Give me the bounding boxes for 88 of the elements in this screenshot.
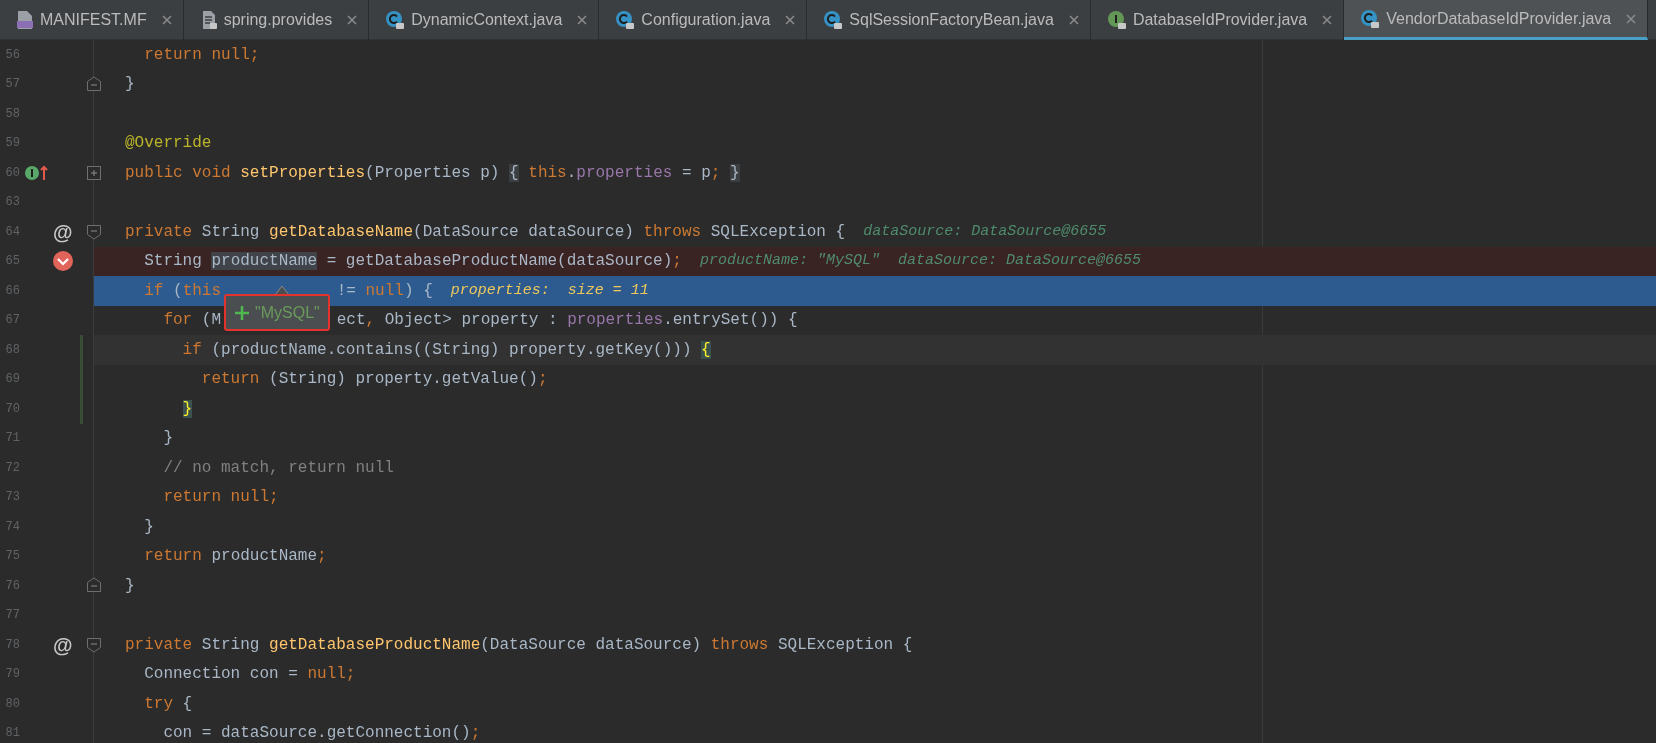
code-line: } (143, 516, 154, 538)
line-number: 68 (4, 341, 20, 359)
tab-label: VendorDatabaseIdProvider.java (1386, 8, 1612, 29)
line-number: 59 (4, 135, 20, 153)
code-line: ect, Object> property : properties.entrySet()) { (336, 310, 798, 332)
code-line: public void setProperties(Properties p) { this.properties = p; } (125, 162, 740, 184)
line-number: 64 (4, 223, 20, 241)
code-line: if (productName.contains((String) property.getKey())) { (181, 339, 711, 361)
line-number: 71 (4, 430, 20, 448)
line-number: 57 (4, 76, 20, 94)
editor-tab[interactable]: Configuration.java (599, 0, 808, 40)
close-icon[interactable] (1625, 12, 1638, 25)
line-number: 76 (4, 577, 20, 595)
code-line: } (162, 428, 173, 450)
code-line: Connection con = null; (143, 664, 356, 686)
fold-icon[interactable] (86, 75, 102, 92)
inline-debug-value: dataSource: DataSource@6655 (863, 221, 1107, 242)
fold-icon[interactable] (86, 224, 102, 240)
fold-icon[interactable] (86, 637, 102, 653)
tab-label: SqlSessionFactoryBean.java (849, 10, 1054, 30)
line-number: 75 (4, 548, 20, 566)
editor-tab[interactable]: MANIFEST.MF (0, 0, 184, 40)
code-line: } (125, 74, 135, 96)
line-number: 73 (4, 489, 20, 507)
interface-lock-icon (1106, 10, 1127, 30)
close-icon[interactable] (784, 14, 797, 26)
plus-icon[interactable] (234, 304, 250, 321)
code-line: @Override (125, 133, 212, 155)
line-number: 65 (4, 253, 20, 271)
tab-label: spring.provides (223, 10, 333, 30)
class-lock-icon (1360, 8, 1381, 29)
line-number: 72 (4, 459, 20, 477)
class-lock-icon (385, 10, 406, 30)
editor-tab[interactable]: SqlSessionFactoryBean.java (807, 0, 1091, 40)
code-line: if (this (143, 280, 222, 302)
line-number: 81 (4, 725, 20, 743)
line-number: 69 (4, 371, 20, 389)
tooltip-value: "MySQL" (255, 302, 320, 323)
line-number: 63 (4, 194, 20, 212)
code-line: // no match, return null (162, 457, 394, 479)
close-icon[interactable] (1067, 14, 1080, 26)
expand-icon[interactable] (86, 165, 102, 181)
code-line: } (125, 575, 135, 597)
manifest-file-icon (16, 10, 34, 30)
close-icon[interactable] (576, 14, 589, 26)
line-number: 77 (4, 607, 20, 625)
code-line: return (String) property.getValue(); (200, 369, 548, 391)
inline-debug-value: dataSource: DataSource@6655 (897, 251, 1141, 271)
code-line: con = dataSource.getConnection(); (162, 723, 481, 743)
code-line: for (M (162, 310, 221, 332)
editor-tab[interactable]: spring.provides (183, 0, 370, 40)
line-number: 70 (4, 400, 20, 418)
line-number: 66 (4, 282, 20, 300)
line-number: 74 (4, 518, 20, 536)
code-line: return productName; (143, 546, 327, 568)
code-line: return null; (143, 44, 260, 66)
line-number: 60 (4, 164, 20, 182)
code-line: private String getDatabaseProductName(DataSource dataSource) throws SQLException { (125, 634, 913, 656)
close-icon[interactable] (346, 14, 359, 26)
line-number: 79 (4, 666, 20, 684)
override-marker[interactable]: @ (53, 216, 73, 247)
override-marker[interactable]: @ (53, 629, 73, 660)
line-number: 80 (4, 695, 20, 713)
line-number: 78 (4, 636, 20, 654)
tab-label: Configuration.java (641, 10, 771, 30)
class-lock-icon (823, 10, 844, 30)
line-number: 56 (4, 46, 20, 64)
code-line: != null) { (336, 280, 433, 302)
breakpoint-check-icon[interactable] (52, 250, 74, 273)
code-line: return null; (162, 487, 279, 509)
popup-pointer-icon (274, 285, 290, 295)
circle-arrow-icon[interactable] (24, 163, 48, 182)
code-line: String productName = getDatabaseProductName(dataSource); (143, 251, 682, 273)
close-icon[interactable] (1321, 14, 1334, 26)
inline-debug-value: productName: "MySQL" (699, 251, 880, 271)
tab-label: DatabaseIdProvider.java (1132, 10, 1308, 30)
editor-tab[interactable]: DynamicContext.java (369, 0, 600, 40)
tab-label: MANIFEST.MF (40, 10, 147, 30)
line-number: 67 (4, 312, 20, 330)
code-line: private String getDatabaseName(DataSource dataSource) throws SQLException { (125, 221, 846, 243)
editor-tab[interactable]: VendorDatabaseIdProvider.java (1344, 0, 1649, 40)
inline-debug-value: properties: size = 11 (450, 280, 649, 301)
class-lock-icon (615, 10, 636, 30)
fold-icon[interactable] (86, 577, 102, 593)
tab-label: DynamicContext.java (411, 10, 563, 30)
code-line: try { (143, 693, 193, 715)
close-icon[interactable] (160, 14, 173, 26)
line-number: 58 (4, 105, 20, 123)
